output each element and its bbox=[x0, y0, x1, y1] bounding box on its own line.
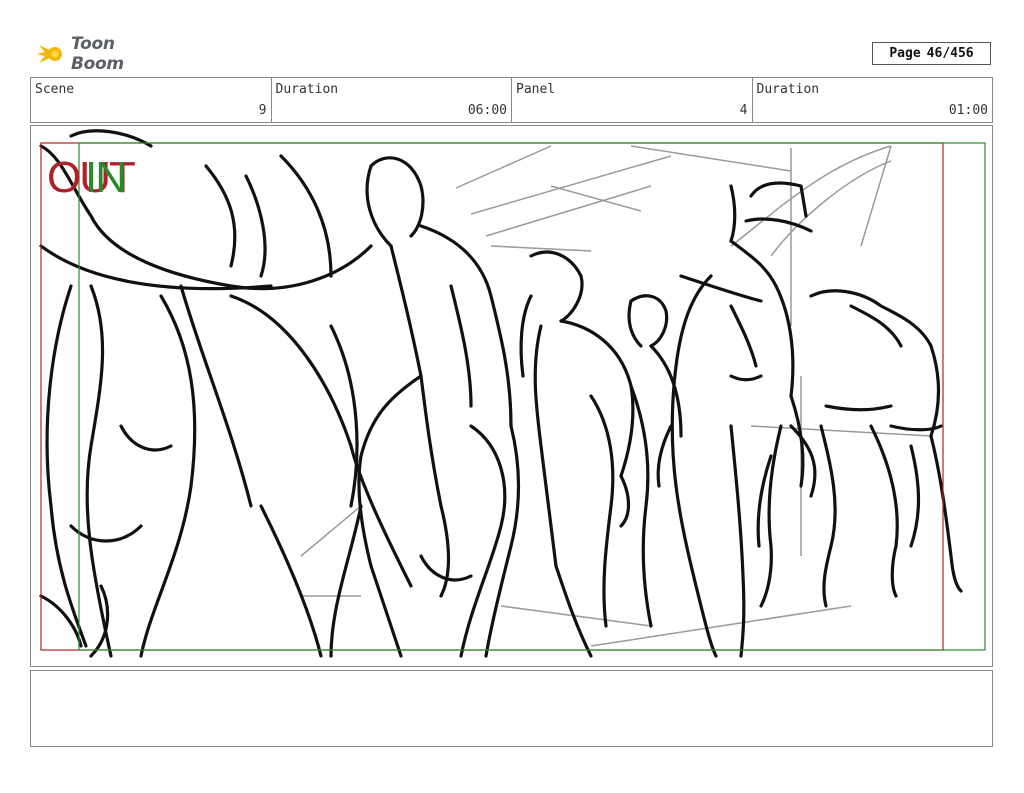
scene-duration-cell: Duration 06:00 bbox=[272, 78, 512, 122]
panel-value: 4 bbox=[739, 103, 748, 118]
scene-label: Scene bbox=[35, 82, 75, 97]
in-marker-label: IN bbox=[85, 153, 127, 202]
scene-cell: Scene 9 bbox=[31, 78, 272, 122]
panel-notes-area bbox=[30, 670, 993, 747]
scene-duration-value: 06:00 bbox=[467, 103, 507, 118]
in-frame-border bbox=[78, 142, 986, 651]
page-indicator: Page 46/456 bbox=[872, 42, 991, 65]
panel-duration-label: Duration bbox=[756, 82, 820, 97]
page-value: 46/456 bbox=[926, 46, 974, 61]
crowd-figures bbox=[39, 129, 963, 658]
panel-info-row: Scene 9 Duration 06:00 Panel 4 Duration … bbox=[30, 77, 993, 123]
storyboard-sketch bbox=[39, 129, 986, 658]
storyboard-panel-image: OUT IN bbox=[30, 125, 993, 667]
panel-cell: Panel 4 bbox=[512, 78, 753, 122]
panel-duration-value: 01:00 bbox=[948, 103, 988, 118]
scene-value: 9 bbox=[258, 103, 267, 118]
logo-burst-icon bbox=[36, 45, 62, 63]
page-label: Page bbox=[889, 46, 921, 61]
out-frame-border bbox=[40, 142, 944, 651]
toon-boom-logo: Toon Boom bbox=[33, 34, 173, 74]
logo-text: Toon Boom bbox=[70, 34, 124, 74]
panel-duration-cell: Duration 01:00 bbox=[753, 78, 993, 122]
panel-label: Panel bbox=[516, 82, 556, 97]
scene-duration-label: Duration bbox=[275, 82, 339, 97]
